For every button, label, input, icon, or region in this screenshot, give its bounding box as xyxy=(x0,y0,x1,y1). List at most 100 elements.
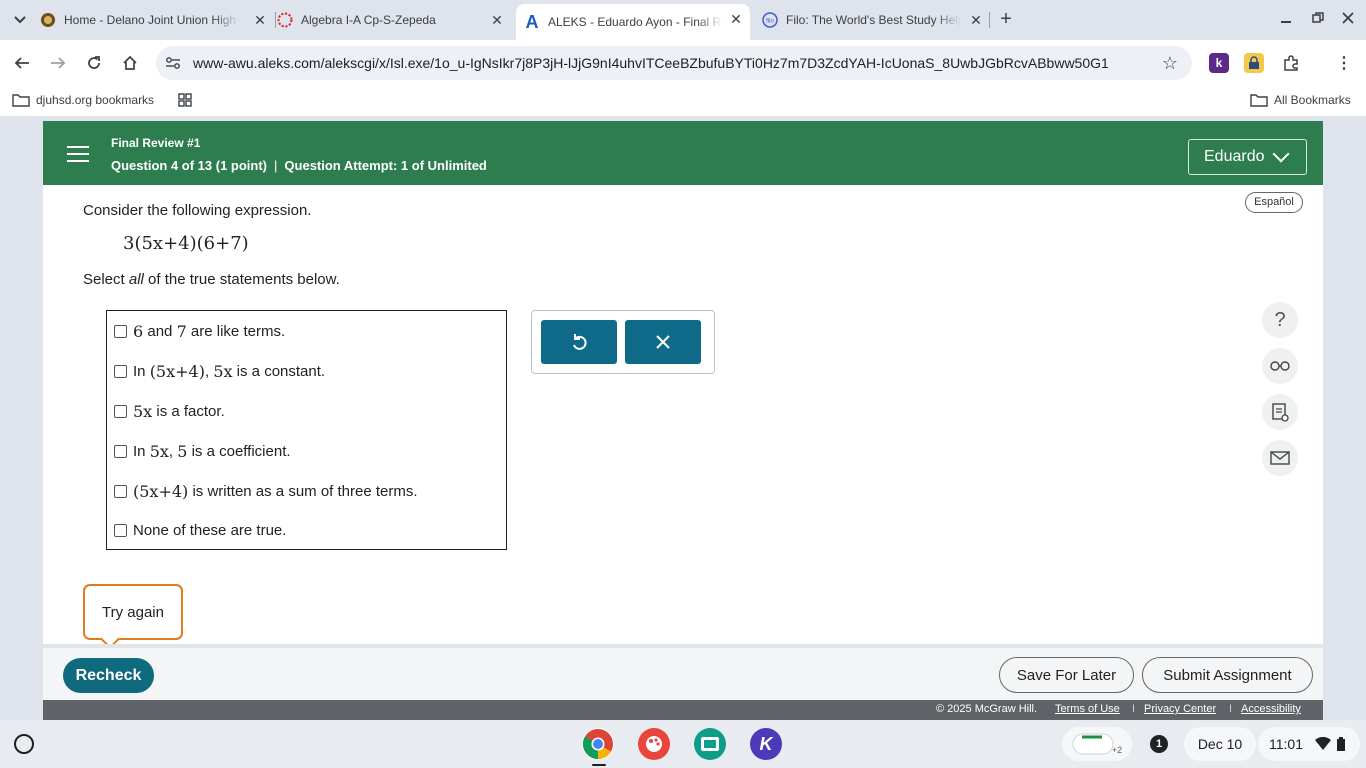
tab-home-delano[interactable]: Home - Delano Joint Union High ✕ xyxy=(40,5,274,35)
choice-math: (5x+4) xyxy=(149,361,205,381)
choice-2[interactable]: In (5x+4), 5x is a constant. xyxy=(114,359,325,383)
tab-algebra-canvas[interactable]: Algebra I-A Cp-S-Zepeda ✕ xyxy=(277,5,511,35)
bookmarks-bar: djuhsd.org bookmarks All Bookmarks xyxy=(0,86,1366,116)
more-menu-icon[interactable]: ⋮ xyxy=(1334,53,1354,73)
meta-separator: | xyxy=(274,158,278,173)
clear-button[interactable] xyxy=(625,320,701,364)
checkbox[interactable] xyxy=(114,484,127,498)
close-tab-icon[interactable]: ✕ xyxy=(968,12,984,28)
bookmark-folder-djuhsd[interactable]: djuhsd.org bookmarks xyxy=(12,93,154,107)
home-icon xyxy=(123,55,137,70)
menu-button[interactable] xyxy=(61,137,95,171)
undo-button[interactable] xyxy=(541,320,617,364)
back-button[interactable] xyxy=(10,51,34,75)
date-text: Dec 10 xyxy=(1197,736,1243,752)
tab-divider xyxy=(989,12,990,28)
choice-1[interactable]: 6 and 7 are like terms. xyxy=(114,319,285,343)
chevron-down-icon xyxy=(1272,145,1289,163)
checkbox[interactable] xyxy=(114,523,127,537)
new-tab-button[interactable]: + xyxy=(994,8,1018,32)
feedback-tooltip: Try again xyxy=(83,584,183,640)
tab-filo[interactable]: filo Filo: The World's Best Study Help ✕ xyxy=(756,5,990,35)
paint-icon[interactable] xyxy=(638,728,670,760)
choice-text: , xyxy=(168,442,178,460)
privacy-link[interactable]: Privacy Center xyxy=(1144,703,1216,715)
date-button[interactable]: Dec 10 xyxy=(1184,727,1256,761)
tab-strip: Home - Delano Joint Union High ✕ Algebra… xyxy=(0,0,1366,40)
math-expression: 3(5x+4)(6+7) xyxy=(123,233,249,254)
site-info-icon[interactable] xyxy=(164,54,182,72)
launcher-button[interactable] xyxy=(14,734,34,754)
chrome-icon[interactable] xyxy=(582,728,614,760)
recheck-button[interactable]: Recheck xyxy=(63,658,154,693)
address-bar[interactable]: www-awu.aleks.com/alekscgi/x/Isl.exe/1o_… xyxy=(156,46,1192,80)
home-button[interactable] xyxy=(118,51,142,75)
choice-math: 5x xyxy=(133,401,153,421)
choice-text: is a coefficient. xyxy=(187,442,291,460)
forward-button[interactable] xyxy=(46,51,70,75)
footer-separator: I xyxy=(1132,703,1136,715)
choice-text: In xyxy=(133,442,150,460)
save-for-later-button[interactable]: Save For Later xyxy=(999,657,1134,693)
extensions-puzzle-icon[interactable] xyxy=(1281,53,1301,73)
tray-apps[interactable]: +2 xyxy=(1062,727,1132,761)
lock-extension-icon[interactable] xyxy=(1244,53,1264,73)
checkbox[interactable] xyxy=(114,404,127,418)
restore-button[interactable] xyxy=(1306,8,1330,32)
checkbox[interactable] xyxy=(114,324,127,338)
choice-text: None of these are true. xyxy=(133,521,287,539)
choice-text: In xyxy=(133,362,150,380)
tab-title: Filo: The World's Best Study Help xyxy=(786,13,961,27)
answer-tools-panel xyxy=(531,310,715,374)
choice-4[interactable]: In 5x, 5 is a coefficient. xyxy=(114,439,291,463)
help-button[interactable]: ? xyxy=(1262,302,1298,338)
checkbox[interactable] xyxy=(114,364,127,378)
os-shelf: K +2 1 Dec 10 11:01 xyxy=(0,720,1366,768)
aleks-icon: A xyxy=(525,11,539,32)
user-name: Eduardo xyxy=(1204,148,1265,165)
question-attempt: Question Attempt: 1 of Unlimited xyxy=(284,158,487,173)
choice-math: 7 xyxy=(176,321,187,341)
status-area[interactable]: 11:01 xyxy=(1258,727,1360,761)
answer-notes-button[interactable] xyxy=(1262,394,1298,430)
bookmark-label: All Bookmarks xyxy=(1274,93,1351,107)
accessibility-link[interactable]: Accessibility xyxy=(1241,703,1301,715)
assignment-title: Final Review #1 xyxy=(111,136,201,150)
classroom-icon[interactable] xyxy=(694,728,726,760)
close-tab-icon[interactable]: ✕ xyxy=(489,12,505,28)
bookmark-star-icon[interactable]: ☆ xyxy=(1162,53,1178,74)
close-tab-icon[interactable]: ✕ xyxy=(252,12,268,28)
terms-link[interactable]: Terms of Use xyxy=(1055,703,1120,715)
kami-extension-icon[interactable]: k xyxy=(1209,53,1229,73)
question-instruction: Select all of the true statements below. xyxy=(83,271,340,288)
tab-title: Home - Delano Joint Union High xyxy=(64,13,237,27)
espanol-button[interactable]: Español xyxy=(1245,192,1303,213)
all-bookmarks-button[interactable]: All Bookmarks xyxy=(1250,93,1351,107)
apps-grid-button[interactable] xyxy=(176,93,200,107)
instruction-emphasis: all xyxy=(128,271,144,288)
question-prompt: Consider the following expression. xyxy=(83,202,312,219)
school-seal-icon xyxy=(40,12,56,28)
user-menu-button[interactable]: Eduardo xyxy=(1188,139,1307,175)
choice-5[interactable]: (5x+4) is written as a sum of three term… xyxy=(114,479,418,503)
choice-3[interactable]: 5x is a factor. xyxy=(114,399,225,423)
message-button[interactable] xyxy=(1262,440,1298,476)
page-viewport: Final Review #1 Question 4 of 13 (1 poin… xyxy=(0,116,1366,720)
choice-6[interactable]: None of these are true. xyxy=(114,518,286,542)
restore-icon xyxy=(1312,12,1324,23)
close-tab-icon[interactable]: ✕ xyxy=(728,11,744,27)
question-meta: Question 4 of 13 (1 point) | Question Atte… xyxy=(111,158,487,173)
minimize-button[interactable] xyxy=(1274,8,1298,32)
arrow-left-icon xyxy=(14,57,29,69)
submit-assignment-button[interactable]: Submit Assignment xyxy=(1142,657,1313,693)
close-icon xyxy=(1342,12,1354,24)
accessibility-reader-button[interactable] xyxy=(1262,348,1298,384)
reload-button[interactable] xyxy=(82,51,106,75)
notification-count[interactable]: 1 xyxy=(1150,735,1168,753)
close-window-button[interactable] xyxy=(1336,8,1360,32)
kami-icon[interactable]: K xyxy=(750,728,782,760)
checkbox[interactable] xyxy=(114,444,127,458)
wifi-icon xyxy=(1315,737,1331,750)
tab-search-button[interactable] xyxy=(8,8,32,32)
tab-aleks[interactable]: A ALEKS - Eduardo Ayon - Final Re ✕ xyxy=(516,4,750,40)
